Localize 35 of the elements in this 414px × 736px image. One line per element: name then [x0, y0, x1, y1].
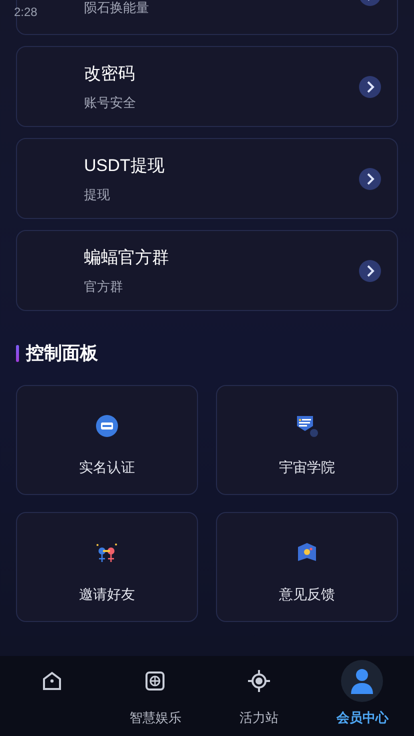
shield-icon: [298, 543, 316, 563]
panel-card[interactable]: 邀请好友: [16, 512, 198, 622]
chevron-right-icon[interactable]: [359, 260, 381, 282]
panel-card[interactable]: 宇宙学院: [216, 385, 398, 495]
nav-tab[interactable]: 会员中心: [310, 656, 414, 736]
target-icon: [248, 670, 270, 692]
panel-label: 宇宙学院: [279, 458, 335, 477]
status-time: 2:28: [14, 4, 38, 21]
menu-subtitle: 官方群: [84, 278, 124, 296]
section-title: 控制面板: [26, 342, 98, 365]
menu-subtitle: 账号安全: [84, 94, 137, 112]
panel-label: 实名认证: [79, 458, 135, 477]
menu-subtitle: 陨石换能量: [84, 0, 150, 17]
nav-tab[interactable]: 活力站: [207, 656, 310, 736]
nav-tab[interactable]: 智慧娱乐: [104, 656, 207, 736]
menu-title: USDT提现: [84, 155, 166, 177]
menu-card[interactable]: 蝙蝠官方群 官方群: [16, 230, 398, 311]
menu-title: 改密码: [84, 63, 136, 85]
user-icon: [341, 660, 384, 702]
menu-card[interactable]: USDT提现 提现: [16, 138, 398, 219]
panel-label: 邀请好友: [79, 585, 135, 604]
menu-subtitle: 提现: [84, 186, 111, 204]
chevron-right-icon[interactable]: [359, 168, 381, 190]
people-icon: [96, 543, 118, 563]
panel-card[interactable]: 实名认证: [16, 385, 198, 495]
id-card-icon: [96, 415, 118, 437]
game-icon: [145, 671, 166, 691]
panel-card[interactable]: 意见反馈: [216, 512, 398, 622]
menu-card[interactable]: 改密码 账号安全: [16, 46, 398, 127]
panel-label: 意见反馈: [279, 585, 335, 604]
document-badge-icon: [295, 414, 319, 438]
home-icon: [40, 670, 63, 692]
menu-title: 蝙蝠官方群: [84, 247, 170, 269]
section-accent-bar: [16, 345, 19, 362]
chevron-right-icon[interactable]: [359, 76, 381, 98]
